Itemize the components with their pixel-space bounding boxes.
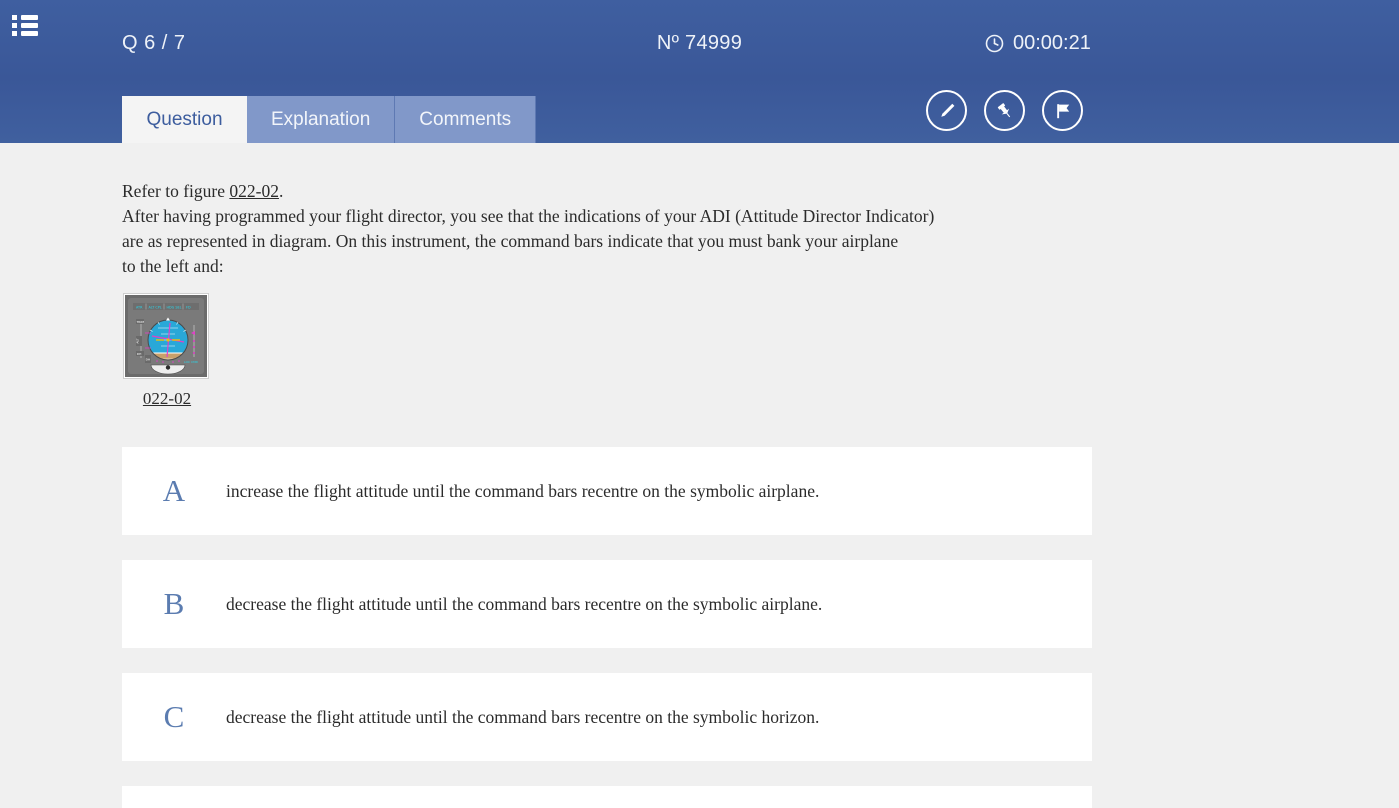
question-content-area: Refer to figure 022-02. After having pro… (0, 143, 1399, 787)
question-number: Nº 74999 (0, 32, 1399, 55)
answer-text: increase the flight attitude until the c… (226, 481, 819, 502)
svg-text:ATR: ATR (136, 306, 143, 310)
pin-icon (994, 100, 1016, 122)
svg-text:FD: FD (186, 306, 191, 310)
question-line-3: are as represented in diagram. On this i… (122, 229, 1090, 254)
tab-explanation[interactable]: Explanation (247, 96, 395, 143)
question-stem: Refer to figure 022-02. After having pro… (122, 179, 1090, 279)
pin-button[interactable] (984, 90, 1025, 131)
svg-text:LOC CMD: LOC CMD (184, 360, 199, 364)
svg-text:TRIM: TRIM (136, 320, 145, 324)
answer-letter: A (122, 473, 226, 509)
pencil-icon (936, 100, 958, 122)
svg-text:HDG SEL: HDG SEL (167, 306, 182, 310)
answer-option-a[interactable]: A increase the flight attitude until the… (122, 447, 1092, 535)
figure-caption[interactable]: 022-02 (123, 389, 211, 409)
question-line-2: After having programmed your flight dire… (122, 204, 1090, 229)
answer-letter: B (122, 586, 226, 622)
header-action-buttons (926, 90, 1083, 131)
tab-comments[interactable]: Comments (395, 96, 536, 143)
timer-value: 00:00:21 (1013, 32, 1091, 55)
edit-button[interactable] (926, 90, 967, 131)
flag-icon (1052, 100, 1074, 122)
svg-text:DH: DH (137, 352, 142, 356)
tab-question[interactable]: Question (122, 96, 247, 143)
svg-text:DH: DH (146, 358, 151, 362)
svg-text:ALT CPL: ALT CPL (149, 306, 162, 310)
figure-reference-link[interactable]: 022-02 (229, 181, 279, 201)
clock-icon (985, 34, 1004, 53)
answer-text: decrease the flight attitude until the c… (226, 594, 822, 615)
answer-letter: C (122, 699, 226, 735)
answer-options-list: A increase the flight attitude until the… (122, 447, 1092, 808)
flag-button[interactable] (1042, 90, 1083, 131)
tab-bar: Question Explanation Comments (122, 96, 536, 143)
timer: 00:00:21 (985, 32, 1091, 55)
answer-option-next-partial[interactable] (122, 786, 1092, 808)
figure-block: ATR ALT CPL HDG SEL FD (123, 293, 211, 409)
app-header: Q 6 / 7 Nº 74999 00:00:21 Question Expla… (0, 0, 1399, 143)
question-line-4: to the left and: (122, 254, 1090, 279)
answer-option-c[interactable]: C decrease the flight attitude until the… (122, 673, 1092, 761)
answer-text: decrease the flight attitude until the c… (226, 707, 819, 728)
question-line-1: Refer to figure 022-02. (122, 179, 1090, 204)
answer-option-b[interactable]: B decrease the flight attitude until the… (122, 560, 1092, 648)
svg-text:ALT: ALT (136, 338, 140, 343)
refer-suffix: . (279, 181, 283, 201)
refer-prefix: Refer to figure (122, 181, 229, 201)
adi-figure-thumbnail[interactable]: ATR ALT CPL HDG SEL FD (123, 293, 209, 379)
